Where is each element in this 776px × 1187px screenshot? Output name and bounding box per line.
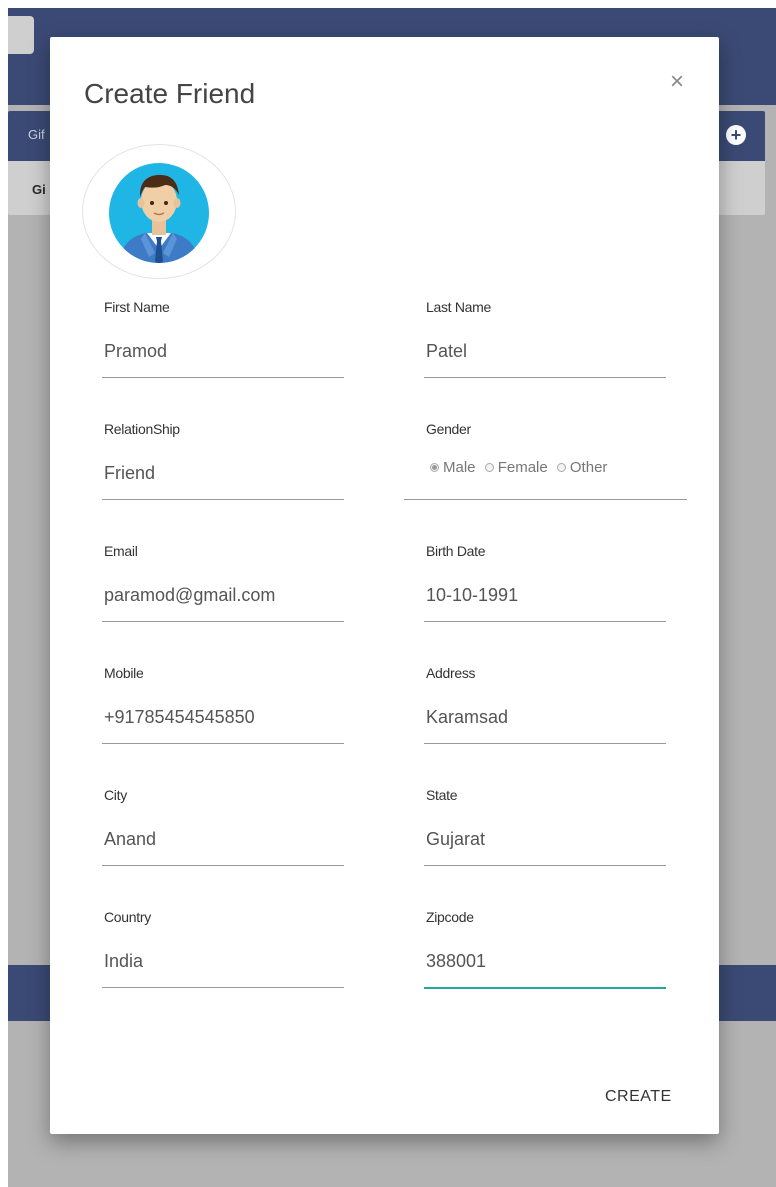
country-underline — [102, 987, 344, 988]
relationship-value[interactable]: Friend — [104, 463, 155, 484]
mobile-underline — [102, 743, 344, 744]
avatar-upload[interactable] — [82, 144, 236, 279]
radio-unchecked-icon[interactable] — [484, 463, 494, 472]
address-underline — [424, 743, 666, 744]
first-name-underline — [102, 377, 344, 378]
user-avatar-icon — [109, 163, 209, 263]
gift-card-subtitle: Gi — [32, 182, 46, 197]
gender-male-label: Male — [443, 459, 476, 476]
country-label: Country — [104, 909, 151, 925]
zipcode-underline-active — [424, 987, 666, 989]
gift-card-title: Gif — [28, 127, 45, 142]
first-name-label: First Name — [104, 299, 170, 315]
address-value[interactable]: Karamsad — [426, 707, 508, 728]
first-name-value[interactable]: Pramod — [104, 341, 167, 362]
city-value[interactable]: Anand — [104, 829, 156, 850]
gender-underline — [404, 499, 687, 500]
city-label: City — [104, 787, 127, 803]
address-label: Address — [426, 665, 476, 681]
email-label: Email — [104, 543, 138, 559]
modal-title: Create Friend — [84, 78, 256, 109]
close-icon[interactable]: × — [662, 67, 692, 97]
gender-label: Gender — [426, 421, 471, 437]
mobile-value[interactable]: +91785454545850 — [104, 707, 255, 728]
birth-date-label: Birth Date — [426, 543, 486, 559]
email-underline — [102, 621, 344, 622]
email-value[interactable]: paramod@gmail.com — [104, 585, 275, 606]
gender-radio-group: Male Female Other — [430, 459, 612, 476]
gender-option-other[interactable]: Other — [556, 459, 608, 476]
mobile-label: Mobile — [104, 665, 144, 681]
last-name-value[interactable]: Patel — [426, 341, 467, 362]
birth-date-underline — [424, 621, 666, 622]
birth-date-value[interactable]: 10-10-1991 — [426, 585, 518, 606]
zipcode-value[interactable]: 388001 — [426, 951, 486, 972]
city-underline — [102, 865, 344, 866]
last-name-label: Last Name — [426, 299, 491, 315]
last-name-underline — [424, 377, 666, 378]
state-label: State — [426, 787, 458, 803]
gender-female-label: Female — [497, 459, 548, 476]
create-button[interactable]: CREATE — [605, 1088, 672, 1106]
state-underline — [424, 865, 666, 866]
country-value[interactable]: India — [104, 951, 143, 972]
gender-option-male[interactable]: Male — [430, 459, 476, 476]
add-circle-icon[interactable]: + — [726, 125, 746, 145]
radio-checked-icon[interactable] — [430, 463, 439, 472]
state-value[interactable]: Gujarat — [426, 829, 485, 850]
relationship-underline — [102, 499, 344, 500]
gender-option-female[interactable]: Female — [484, 459, 548, 476]
zipcode-label: Zipcode — [426, 909, 474, 925]
create-friend-modal: Create Friend × First Name Pramod Last N… — [50, 37, 719, 1134]
radio-unchecked-icon[interactable] — [556, 463, 566, 472]
header-search-box[interactable] — [8, 16, 34, 54]
gender-other-label: Other — [569, 459, 608, 476]
relationship-label: RelationShip — [104, 421, 180, 437]
